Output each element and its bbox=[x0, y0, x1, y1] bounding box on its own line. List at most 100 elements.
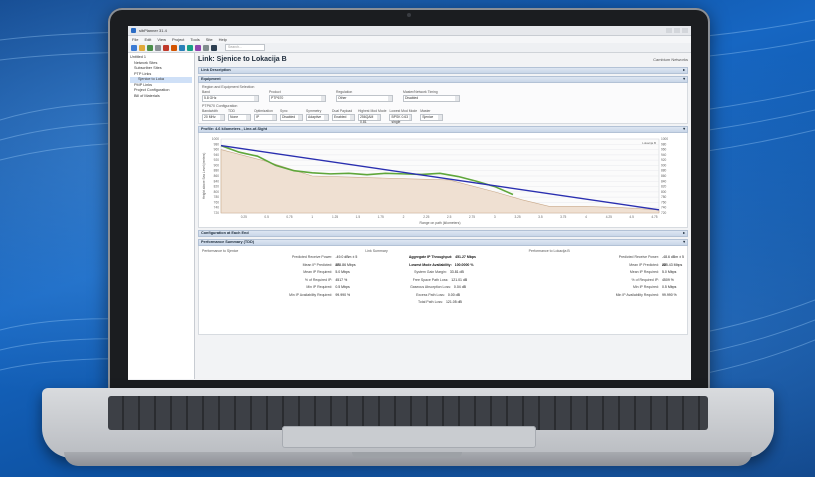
menu-bar: File Edit View Project Tools Site Help bbox=[128, 36, 691, 43]
section-configuration[interactable]: Configuration at Each End ▸ bbox=[198, 230, 688, 237]
close-button[interactable] bbox=[682, 28, 688, 33]
y-tick-right: 800 bbox=[661, 190, 667, 194]
sync-label: Sync bbox=[280, 109, 288, 113]
right-row: % of Required IP: 4509 % bbox=[529, 277, 684, 285]
middle-label: Lowest Mode Availability: bbox=[409, 262, 452, 267]
delete-icon[interactable] bbox=[163, 44, 169, 51]
y-tick-right: 920 bbox=[661, 158, 667, 162]
x-tick: 2.25 bbox=[423, 215, 429, 219]
y-tick-left: 980 bbox=[214, 142, 220, 146]
page-title: Link: Sjenice to Lokacija B Cambium Netw… bbox=[198, 55, 688, 65]
symmetry-select[interactable]: Adaptive bbox=[306, 114, 329, 121]
timing-select[interactable]: Disabled bbox=[403, 95, 460, 102]
master-select[interactable]: Sjenice bbox=[420, 114, 444, 121]
laptop-notch bbox=[352, 452, 462, 458]
menu-help[interactable]: Help bbox=[219, 37, 227, 42]
y-tick-left: 920 bbox=[214, 158, 220, 162]
highest-mode-select[interactable]: 256QAM 0.81 bbox=[358, 114, 381, 124]
y-tick-right: 740 bbox=[661, 206, 667, 210]
middle-row: Excess Path Loss: 0.00 dB bbox=[365, 292, 520, 300]
x-tick: 1 bbox=[311, 215, 313, 219]
end-label: Lokacija B bbox=[642, 141, 656, 145]
report-icon[interactable] bbox=[195, 44, 201, 51]
left-label: Min IP Required: bbox=[306, 285, 333, 289]
right-label: Predicted Receive Power: bbox=[618, 255, 659, 259]
middle-label: System Gain Margin: bbox=[414, 270, 447, 274]
minimize-button[interactable] bbox=[666, 28, 672, 33]
tdd-label: TDD bbox=[228, 109, 235, 113]
right-label: Min IP Availability Required: bbox=[615, 292, 659, 297]
left-row: Min IP Required: 0.5 Mbps bbox=[202, 284, 357, 292]
window-title: sibPlanner 31.4 bbox=[139, 28, 167, 33]
section-profile[interactable]: Profile: 4.6 kilometers , Line-of-Sight ▾ bbox=[198, 126, 688, 133]
right-value: 5.0 Mbps bbox=[661, 270, 677, 274]
menu-tools[interactable]: Tools bbox=[190, 37, 199, 42]
profile-chart-svg: 1000 1000980 980960 960940 940920 920900 90088… bbox=[202, 137, 668, 225]
section-equipment[interactable]: Equipment ▾ bbox=[198, 76, 688, 83]
y-tick-left: 720 bbox=[214, 211, 220, 215]
add-link-icon[interactable] bbox=[179, 44, 185, 51]
left-row: Min IP Availability Required: 99.990 % bbox=[202, 292, 357, 300]
y-tick-right: 760 bbox=[661, 200, 667, 204]
master-label: Master bbox=[420, 109, 431, 113]
performance-left: Performance to Sjenice Predicted Receive… bbox=[202, 248, 357, 332]
y-tick-right: 1000 bbox=[661, 137, 668, 141]
product-label: Product bbox=[269, 90, 281, 94]
y-tick-left: 780 bbox=[214, 195, 220, 199]
y-tick-left: 740 bbox=[214, 206, 220, 210]
settings-icon[interactable] bbox=[203, 44, 209, 51]
middle-label: Total Path Loss: bbox=[418, 300, 443, 304]
y-tick-right: 720 bbox=[661, 211, 667, 215]
menu-view[interactable]: View bbox=[157, 37, 166, 42]
menu-project[interactable]: Project bbox=[172, 37, 184, 42]
sync-select[interactable]: Disabled bbox=[280, 114, 303, 121]
middle-value: 100.0000 % bbox=[454, 262, 474, 267]
left-value: 5.0 Mbps bbox=[335, 270, 350, 274]
menu-file[interactable]: File bbox=[132, 37, 138, 42]
x-tick: 0.5 bbox=[264, 215, 269, 219]
highest-mode-label: Highest Mod Mode bbox=[358, 109, 387, 113]
main-panel: Link: Sjenice to Lokacija B Cambium Netw… bbox=[195, 53, 691, 379]
search-input[interactable]: Search... bbox=[225, 44, 265, 51]
webcam bbox=[407, 13, 411, 17]
bandwidth-select[interactable]: 20 MHz bbox=[202, 114, 225, 121]
maximize-button[interactable] bbox=[674, 28, 680, 33]
lowest-mode-select[interactable]: BPSK 0.63 single bbox=[389, 114, 413, 124]
section-performance[interactable]: Performance Summary (TDD) ▾ bbox=[198, 239, 688, 246]
x-axis-label: Range on path (kilometers) bbox=[420, 221, 461, 225]
product-select[interactable]: PTP670 bbox=[269, 95, 326, 102]
menu-edit[interactable]: Edit bbox=[144, 37, 151, 42]
help-icon[interactable] bbox=[211, 44, 217, 51]
right-value: 99.990 % bbox=[661, 292, 677, 297]
profile-chart: 1000 1000 980 980 960 960 940 940 920 920 900 900 88… bbox=[198, 133, 688, 228]
new-icon[interactable] bbox=[131, 44, 137, 51]
y-tick-left: 860 bbox=[214, 174, 220, 178]
x-tick: 2.5 bbox=[447, 215, 452, 219]
y-tick-right: 960 bbox=[661, 148, 667, 152]
open-icon[interactable] bbox=[139, 44, 145, 51]
section-link-description[interactable]: Link Description ▸ bbox=[198, 67, 688, 74]
regulation-select[interactable]: Other bbox=[336, 95, 393, 102]
save-icon[interactable] bbox=[147, 44, 153, 51]
middle-label: Excess Path Loss: bbox=[416, 292, 445, 297]
right-label: % of Required IP: bbox=[631, 277, 659, 282]
band-select[interactable]: 5.8 GHz bbox=[202, 95, 259, 102]
right-row: Mean IP Predicted: 225.43 Mbps bbox=[529, 262, 684, 270]
optimization-select[interactable]: IP bbox=[254, 114, 277, 121]
regulation-label: Regulation bbox=[336, 90, 353, 94]
left-label: Mean IP Required: bbox=[303, 270, 333, 274]
menu-site[interactable]: Site bbox=[206, 37, 213, 42]
dual-payload-select[interactable]: Enabled bbox=[332, 114, 355, 121]
y-tick-right: 780 bbox=[661, 195, 667, 199]
print-icon[interactable] bbox=[155, 44, 161, 51]
right-row: Predicted Receive Power: -48.6 dBm ± 5 dB bbox=[529, 254, 684, 267]
y-tick-left: 880 bbox=[214, 169, 220, 173]
add-site-icon[interactable] bbox=[171, 44, 177, 51]
optimization-label: Optimization bbox=[254, 109, 273, 113]
add-pmp-icon[interactable] bbox=[187, 44, 193, 51]
right-row: Min IP Availability Required: 99.990 % bbox=[529, 292, 684, 300]
tree-item[interactable]: Bill of Materials bbox=[130, 94, 192, 100]
cambium-link[interactable]: Cambium Networks bbox=[653, 55, 688, 65]
performance-right: Performance to Lokacija B Predicted Rece… bbox=[529, 248, 684, 332]
tdd-select[interactable]: None bbox=[228, 114, 251, 121]
